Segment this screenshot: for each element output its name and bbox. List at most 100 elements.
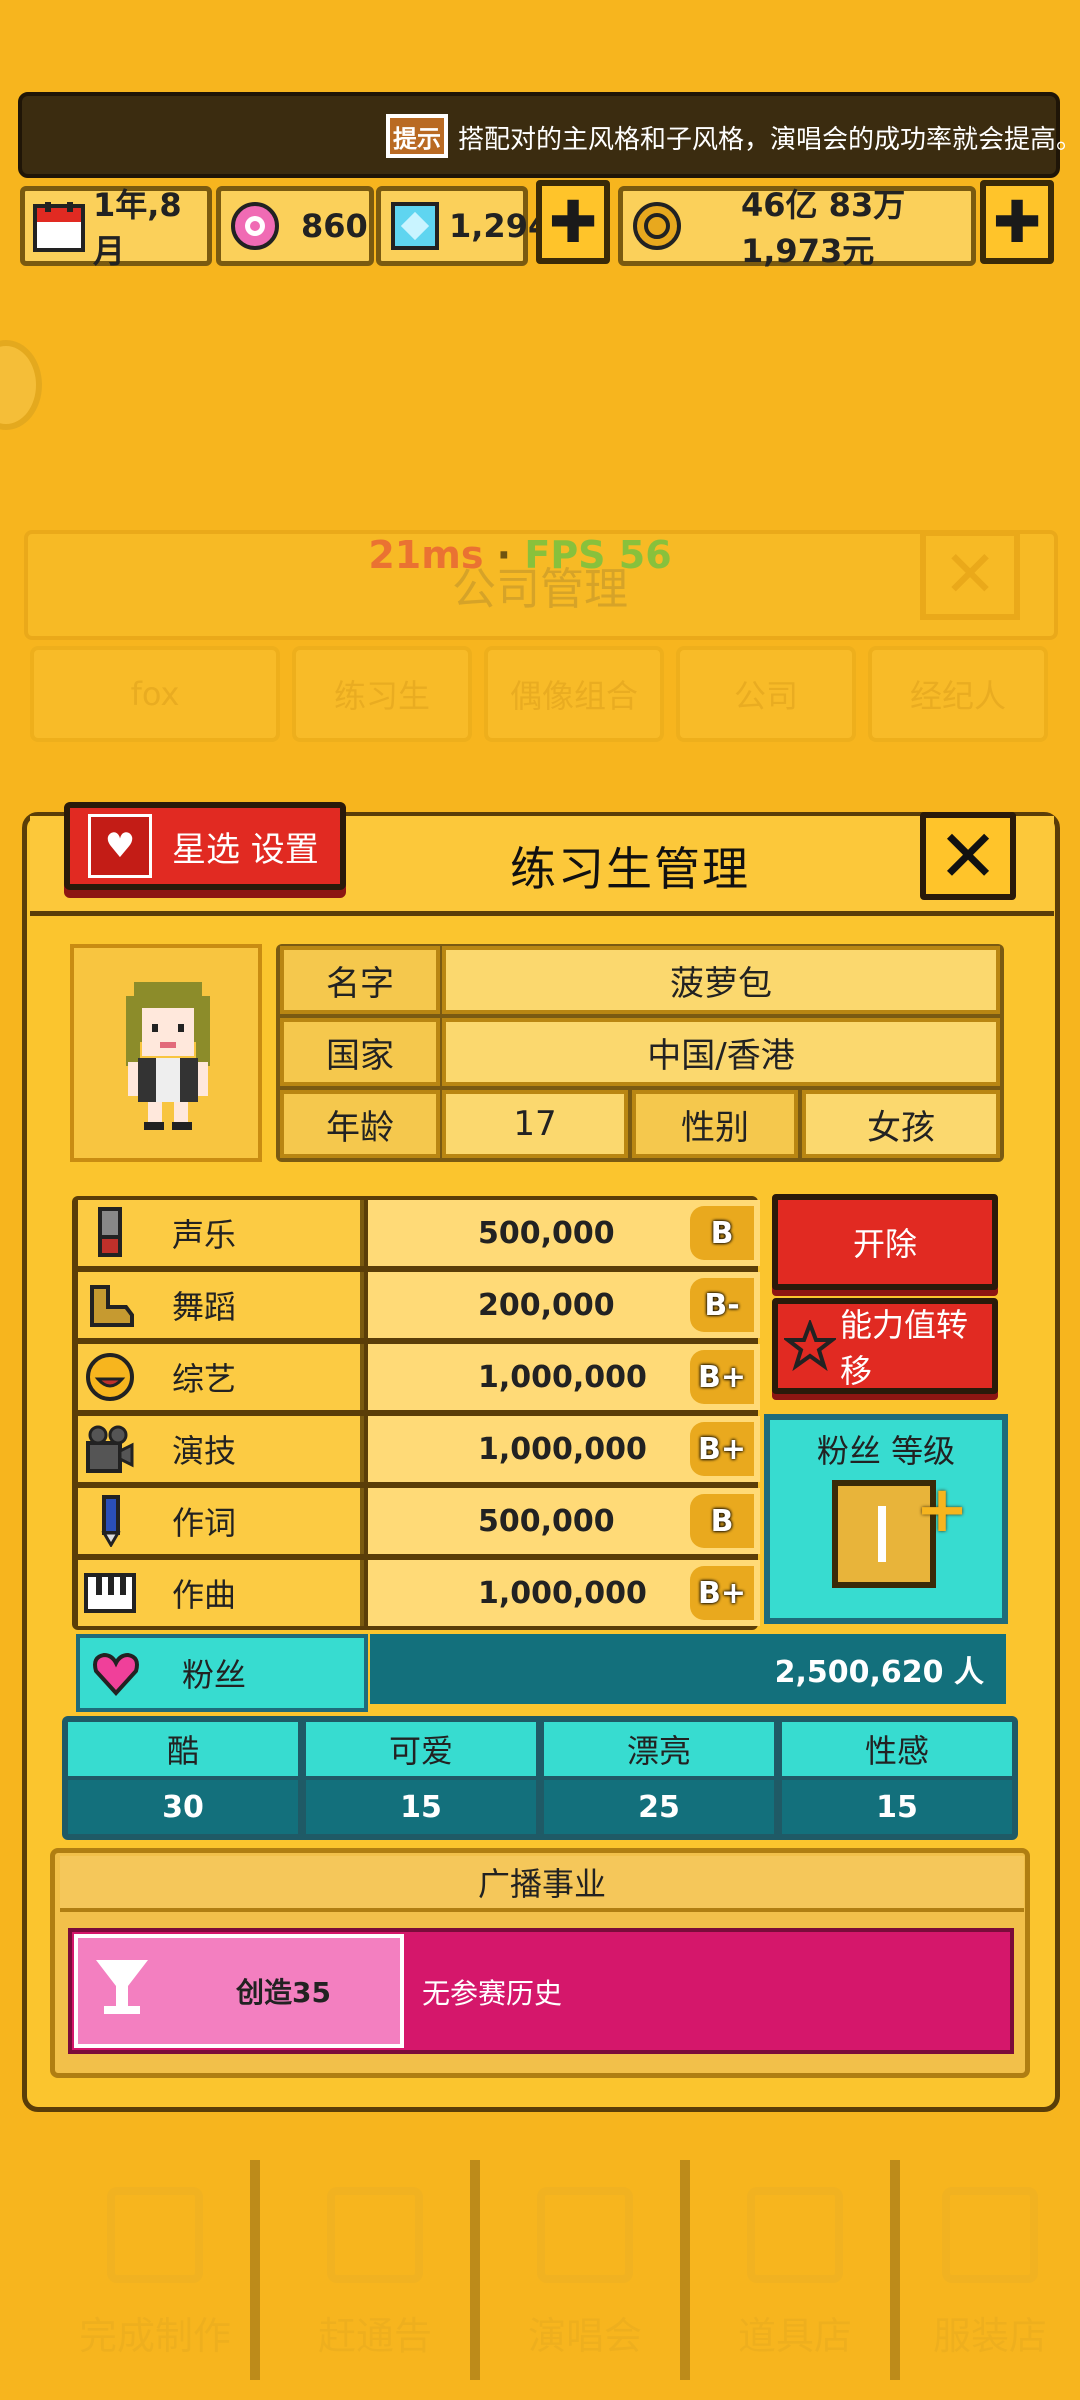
add-diamond-button[interactable]: ✚ [536,180,610,264]
stat-grade: B [690,1494,754,1548]
hint-icon: 提示 [386,114,448,158]
stat-grade: B+ [690,1422,754,1476]
star-icon [784,1320,836,1372]
microphone-icon [98,1207,122,1257]
bg-nav-icon [942,2187,1038,2283]
avatar [126,982,210,1130]
gender-value: 女孩 [802,1090,1000,1158]
bg-nav-icon [107,2187,203,2283]
attr-label-cute: 可爱 [306,1722,536,1776]
age-key: 年龄 [280,1090,440,1158]
stat-row-lyrics: 作词 500,000 B [78,1488,760,1554]
stat-label: 作曲 [172,1576,237,1614]
add-money-button[interactable]: ✚ [980,180,1054,264]
stat-row-acting: 演技 1,000,000 B+ [78,1416,760,1482]
bg-nav-schedule: 赶通告 [280,2160,480,2380]
age-value: 17 [442,1090,628,1158]
hint-text: 搭配对的主风格和子风格，演唱会的成功率就会提高。 [458,124,1080,155]
country-key: 国家 [280,1018,440,1086]
attr-label-pretty: 漂亮 [544,1722,774,1776]
date-display: 1年,8月 [20,186,212,270]
piano-icon [84,1573,136,1613]
date-value: 1年,8月 [93,186,182,270]
name-value: 菠萝包 [442,946,1000,1014]
stat-label: 作词 [172,1504,237,1542]
country-value: 中国/香港 [442,1018,1000,1086]
stat-name: 舞蹈 [78,1272,364,1338]
fans-value: 2,500,620 人 [370,1634,1006,1704]
career-history-text: 无参赛历史 [422,1977,563,2010]
stat-label: 综艺 [172,1360,237,1398]
bg-nav-icon [537,2187,633,2283]
pink-gem-value: 860 [301,207,368,245]
career-title: 广播事业 [60,1856,1024,1912]
fan-level-plus-icon: + [915,1473,969,1547]
trophy-icon [96,1960,148,2014]
stat-grade: B- [690,1278,754,1332]
fans-name: 粉丝 [76,1634,368,1712]
bg-nav-item-shop: 道具店 [700,2160,900,2380]
stat-row-vocal: 声乐 500,000 B [78,1200,760,1266]
camera-icon [86,1425,134,1473]
fan-level-label: 粉丝 等级 [816,1432,956,1470]
bg-nav-icon [747,2187,843,2283]
name-key: 名字 [280,946,440,1014]
stat-grade: B [690,1206,754,1260]
star-pick-settings-button[interactable]: ♥ 星选 设置 [64,802,346,890]
attr-value-cool: 30 [68,1780,298,1834]
diamond-icon [391,202,439,250]
stat-row-variety: 综艺 1,000,000 B+ [78,1344,760,1410]
fps-ms: 21ms [368,533,484,577]
pen-icon [101,1495,121,1547]
stat-label: 声乐 [172,1216,237,1254]
bg-tab-manager: 经纪人 [868,646,1048,742]
bg-tab-group: 偶像组合 [484,646,664,742]
bg-nav-icon [327,2187,423,2283]
stat-label: 演技 [172,1432,237,1470]
stat-name: 作曲 [78,1560,364,1626]
stat-grade: B+ [690,1350,754,1404]
heart-icon: ♥ [88,814,152,878]
heart-icon [93,1652,139,1696]
bg-nav-clothes-shop: 服装店 [910,2160,1070,2380]
stat-row-compose: 作曲 1,000,000 B+ [78,1560,760,1626]
fps-value: FPS 56 [524,533,672,577]
bg-nav-concert: 演唱会 [490,2160,690,2380]
avatar-frame [70,944,262,1162]
bg-nav-label: 道具店 [737,2314,852,2358]
bg-tab-trainee: 练习生 [292,646,472,742]
bg-nav-produce: 完成制作 [60,2160,260,2380]
calendar-icon [33,202,85,252]
star-pick-label: 星选 设置 [172,829,319,870]
transfer-ability-button[interactable]: 能力值转移 [772,1298,998,1394]
pink-gem-display: 860 [216,186,374,266]
panel-title: 练习生管理 [510,842,750,896]
money-value: 46亿 83万 1,973元 [741,186,906,270]
bg-nav-label: 完成制作 [78,2314,231,2358]
fans-label: 粉丝 [182,1656,247,1694]
bg-nav-label: 赶通告 [317,2314,432,2358]
stat-name: 声乐 [78,1200,364,1266]
bg-tab-company: 公司 [676,646,856,742]
money-display: 46亿 83万 1,973元 [618,186,976,270]
shoe-icon [90,1285,134,1327]
stat-name: 作词 [78,1488,364,1554]
fire-button[interactable]: 开除 [772,1194,998,1290]
career-show-label: 创造35 [236,1976,331,2009]
attr-value-cute: 15 [306,1780,536,1834]
diamond-display: 1,294 [376,186,550,266]
attr-label-cool: 酷 [68,1722,298,1776]
stat-name: 演技 [78,1416,364,1482]
close-button[interactable]: ✕ [920,812,1016,900]
bg-close-icon: ✕ [920,530,1020,620]
fps-counter: 21ms · FPS 56 [368,533,672,577]
smile-icon [86,1353,134,1401]
fans-row: 粉丝 2,500,620 人 [76,1634,1006,1712]
stat-label: 舞蹈 [172,1288,237,1326]
coin-icon [633,202,681,250]
pink-gem-icon [231,202,279,250]
attr-label-sexy: 性感 [782,1722,1012,1776]
stat-grade: B+ [690,1566,754,1620]
attr-value-pretty: 25 [544,1780,774,1834]
stat-name: 综艺 [78,1344,364,1410]
